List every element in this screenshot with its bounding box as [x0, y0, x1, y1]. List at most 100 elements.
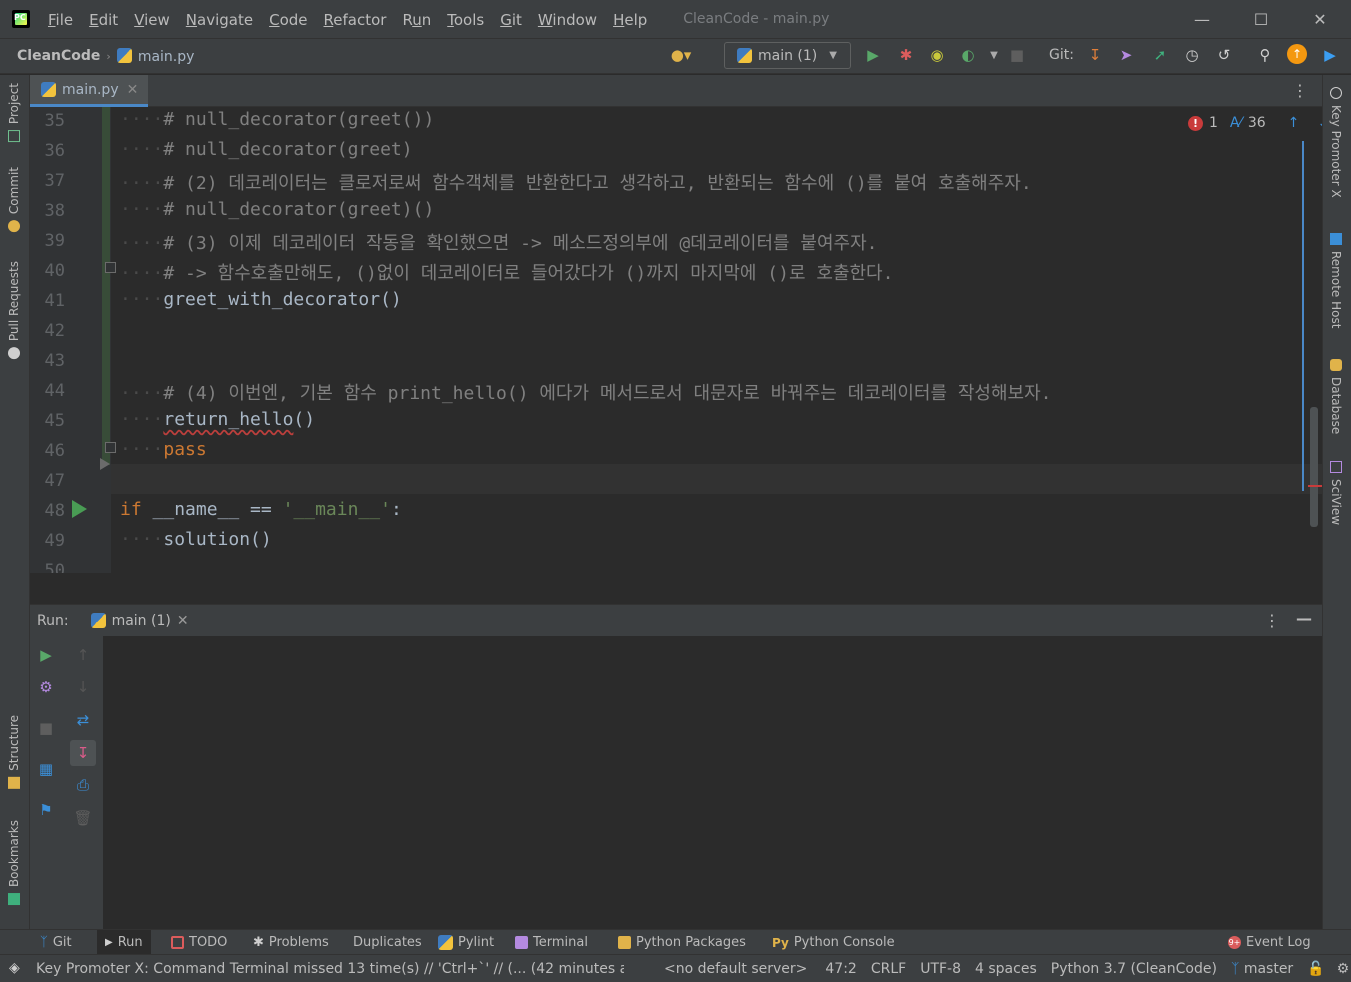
scroll-to-end-icon[interactable]: ↧ [70, 740, 96, 766]
structure-tool-tab[interactable]: Structure [7, 715, 21, 789]
menu-window[interactable]: Window [530, 0, 605, 38]
key-promoter-tool-tab[interactable]: Key Promoter X [1329, 87, 1343, 198]
git-update-icon[interactable]: ↧ [1084, 44, 1106, 66]
scroll-up-icon[interactable]: ↑ [72, 644, 94, 666]
todo-tool-tab[interactable]: TODO [171, 930, 227, 955]
code-line[interactable]: ····greet_with_decorator() [120, 289, 402, 310]
run-console-output[interactable] [103, 636, 1322, 929]
run-tool-tab[interactable]: ▶ Run [97, 930, 151, 955]
git-push-icon[interactable]: ➚ [1149, 44, 1171, 66]
code-line[interactable]: ····# null_decorator(greet()) [120, 109, 434, 130]
close-tab-icon[interactable]: ✕ [127, 82, 139, 98]
inspector-icon[interactable]: ⚙ [1337, 961, 1350, 977]
run-gutter-icon[interactable] [72, 500, 87, 518]
minimize-icon[interactable]: — [1173, 0, 1231, 38]
soft-wrap-icon[interactable]: ⇄ [72, 709, 94, 731]
menu-view[interactable]: View [126, 0, 178, 38]
debug-icon[interactable]: ✱ [895, 44, 917, 66]
vcs-change-marker[interactable] [102, 107, 110, 465]
fold-marker-icon[interactable] [105, 262, 116, 273]
layout-icon[interactable]: ▦ [35, 758, 57, 780]
tab-main-py[interactable]: main.py ✕ [30, 75, 148, 107]
git-commit-icon[interactable]: ➤ [1115, 44, 1137, 66]
scroll-down-icon[interactable]: ↓ [72, 676, 94, 698]
run-config-select[interactable]: main (1) ▼ [724, 42, 851, 69]
python-packages-tool-tab[interactable]: Python Packages [618, 930, 746, 955]
next-highlight-icon[interactable]: ↓ [1317, 115, 1322, 131]
status-server[interactable]: <no default server> [664, 961, 807, 977]
rerun-icon[interactable]: ▶ [35, 644, 57, 666]
status-branch[interactable]: ᛉ master [1231, 961, 1293, 977]
hide-panel-icon[interactable]: — [1296, 609, 1312, 628]
editor-scrollbar[interactable] [1310, 407, 1318, 527]
profile-icon[interactable]: ◐ [957, 44, 979, 66]
more-run-chevron-icon[interactable]: ▼ [983, 44, 1005, 66]
pin-icon[interactable]: ⚑ [35, 799, 57, 821]
close-run-tab-icon[interactable]: ✕ [177, 613, 189, 629]
run-options-icon[interactable]: ⋮ [1264, 611, 1280, 630]
menu-refactor[interactable]: Refactor [316, 0, 395, 38]
layers-icon[interactable]: ◈ [9, 960, 20, 976]
git-rollback-icon[interactable]: ↺ [1213, 44, 1235, 66]
breadcrumb-file[interactable]: main.py [116, 47, 194, 65]
status-interpreter[interactable]: Python 3.7 (CleanCode) [1051, 961, 1217, 977]
remote-host-tool-tab[interactable]: Remote Host [1329, 233, 1343, 328]
fold-end-icon[interactable] [100, 458, 110, 470]
code-with-me-icon[interactable]: ▶ [1319, 44, 1341, 66]
git-history-icon[interactable]: ◷ [1181, 44, 1203, 66]
menu-git[interactable]: Git [492, 0, 530, 38]
clear-icon[interactable]: 🗑 [72, 807, 94, 829]
update-ide-icon[interactable]: ↑ [1287, 44, 1307, 64]
close-window-icon[interactable]: ✕ [1291, 0, 1349, 38]
git-tool-tab[interactable]: ᛉ Git [40, 930, 72, 955]
run-icon[interactable]: ▶ [862, 44, 884, 66]
stop-icon[interactable]: ■ [35, 717, 57, 739]
code-line[interactable]: ····solution() [120, 529, 272, 550]
code-line[interactable]: ····# (4) 이번엔, 기본 함수 print_hello() 에다가 메… [120, 379, 1052, 405]
status-caret-position[interactable]: 47:2 [825, 961, 856, 977]
bookmarks-tool-tab[interactable]: Bookmarks [7, 820, 21, 906]
duplicates-tool-tab[interactable]: Duplicates [353, 930, 422, 955]
code-line[interactable]: ····return_hello() [120, 409, 315, 430]
print-icon[interactable]: ⎙ [72, 774, 94, 796]
error-stripe-mark[interactable] [1308, 485, 1322, 487]
code-line[interactable]: ····pass [120, 439, 207, 460]
menu-file[interactable]: File [40, 0, 81, 38]
coverage-icon[interactable]: ◉ [926, 44, 948, 66]
python-console-tool-tab[interactable]: Py Python Console [772, 930, 895, 955]
code-line[interactable]: if __name__ == '__main__': [120, 499, 402, 520]
pylint-tool-tab[interactable]: Pylint [438, 930, 494, 955]
breadcrumb-project[interactable]: CleanCode [17, 48, 100, 64]
prev-highlight-icon[interactable]: ↑ [1288, 115, 1300, 131]
menu-navigate[interactable]: Navigate [178, 0, 261, 38]
menu-tools[interactable]: Tools [439, 0, 492, 38]
maximize-icon[interactable]: ☐ [1232, 0, 1290, 38]
run-tab-main[interactable]: main (1) ✕ [90, 613, 189, 629]
code-line[interactable]: ····# null_decorator(greet)() [120, 199, 434, 220]
settings-icon[interactable]: ⚙ [35, 676, 57, 698]
menu-run[interactable]: Run [394, 0, 439, 38]
menu-code[interactable]: Code [261, 0, 315, 38]
search-icon[interactable]: ⚲ [1254, 44, 1276, 66]
fold-marker-icon[interactable] [105, 442, 116, 453]
event-log-tool-tab[interactable]: 9+ Event Log [1228, 930, 1311, 955]
user-group-icon[interactable]: ●▾ [670, 44, 692, 66]
commit-tool-tab[interactable]: Commit [7, 167, 21, 233]
status-message[interactable]: Key Promoter X: Command Terminal missed … [36, 961, 624, 977]
project-tool-tab[interactable]: Project [7, 83, 21, 143]
code-editor[interactable]: ! 1 A⁄ 36 ↑ ↓ 35····# null_decorator(gre… [30, 107, 1322, 573]
pull-requests-tool-tab[interactable]: Pull Requests [7, 261, 21, 360]
menu-edit[interactable]: Edit [81, 0, 126, 38]
stop-icon[interactable]: ■ [1006, 44, 1028, 66]
status-encoding[interactable]: UTF-8 [920, 961, 961, 977]
code-line[interactable]: ····# -> 함수호출만해도, ()없이 데코레이터로 들어갔다가 ()까지… [120, 259, 893, 285]
sciview-tool-tab[interactable]: SciView [1329, 461, 1343, 525]
status-line-separator[interactable]: CRLF [871, 961, 906, 977]
code-line[interactable]: ····# (3) 이제 데코레이터 작동을 확인했으면 -> 메소드정의부에 … [120, 229, 878, 255]
terminal-tool-tab[interactable]: Terminal [515, 930, 588, 955]
database-tool-tab[interactable]: Database [1329, 359, 1343, 434]
problems-tool-tab[interactable]: ✱ Problems [253, 930, 329, 955]
more-options-icon[interactable]: ⋮ [1292, 81, 1308, 100]
inspection-widget[interactable]: ! 1 A⁄ 36 ↑ ↓ [1188, 115, 1322, 131]
code-line[interactable]: ····# (2) 데코레이터는 클로저로써 함수객체를 반환한다고 생각하고,… [120, 169, 1032, 195]
